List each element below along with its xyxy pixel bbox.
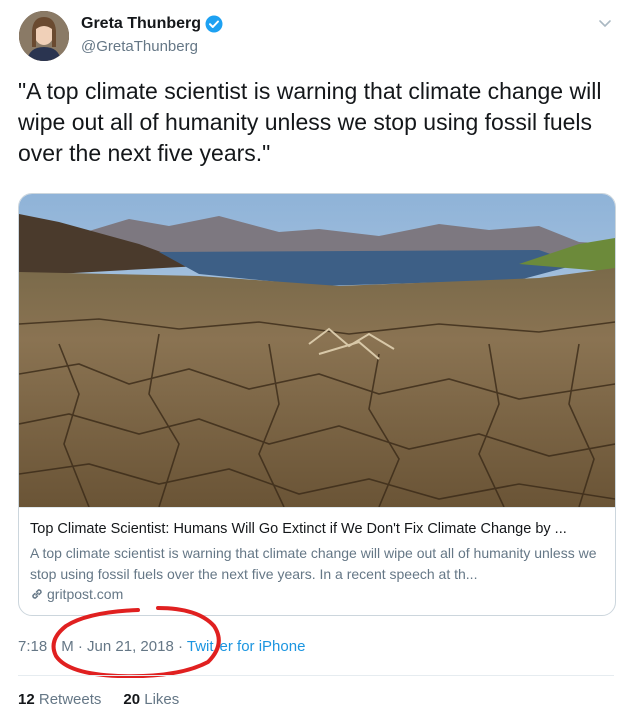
tweet-time-suffix[interactable]: M <box>61 638 74 655</box>
card-description: A top climate scientist is warning that … <box>30 545 597 582</box>
retweets-count: 12 <box>18 691 35 708</box>
likes-label: Likes <box>144 691 180 708</box>
link-card[interactable]: Top Climate Scientist: Humans Will Go Ex… <box>18 193 616 616</box>
card-domain-text[interactable]: gritpost.com <box>47 586 123 602</box>
display-name[interactable]: Greta Thunberg <box>81 15 201 33</box>
retweets-label: Retweets <box>38 691 102 708</box>
tweet-date[interactable]: Jun 21, 2018 <box>87 638 174 655</box>
tweet-source-a[interactable]: Twit <box>187 638 214 655</box>
user-name-row[interactable]: Greta Thunberg <box>81 15 223 33</box>
card-title[interactable]: Top Climate Scientist: Humans Will Go Ex… <box>30 521 610 537</box>
tweet-meta: 7:18 M · Jun 21, 2018 · Twit er for iPhone <box>18 638 306 655</box>
tweet-stats: 12 Retweets 20 Likes <box>18 691 179 708</box>
card-domain[interactable]: gritpost.com <box>30 586 123 602</box>
tweet-text: "A top climate scientist is warning that… <box>18 78 602 166</box>
tweet: Greta Thunberg @GretaThunberg "A top cli… <box>0 0 620 727</box>
stats-divider <box>18 675 614 676</box>
tweet-source-b[interactable]: er for iPhone <box>220 638 306 655</box>
tweet-time[interactable]: 7:18 <box>18 638 47 655</box>
verified-badge-icon <box>205 15 223 33</box>
user-handle[interactable]: @GretaThunberg <box>81 38 198 55</box>
likes-count: 20 <box>123 691 141 708</box>
avatar[interactable] <box>19 11 69 61</box>
retweets-stat[interactable]: 12 Retweets <box>18 691 101 708</box>
caret-down-icon[interactable] <box>598 16 612 28</box>
likes-stat[interactable]: 20 Likes <box>123 691 179 708</box>
card-divider <box>19 507 615 508</box>
card-image[interactable] <box>19 194 615 508</box>
link-icon <box>30 587 44 601</box>
